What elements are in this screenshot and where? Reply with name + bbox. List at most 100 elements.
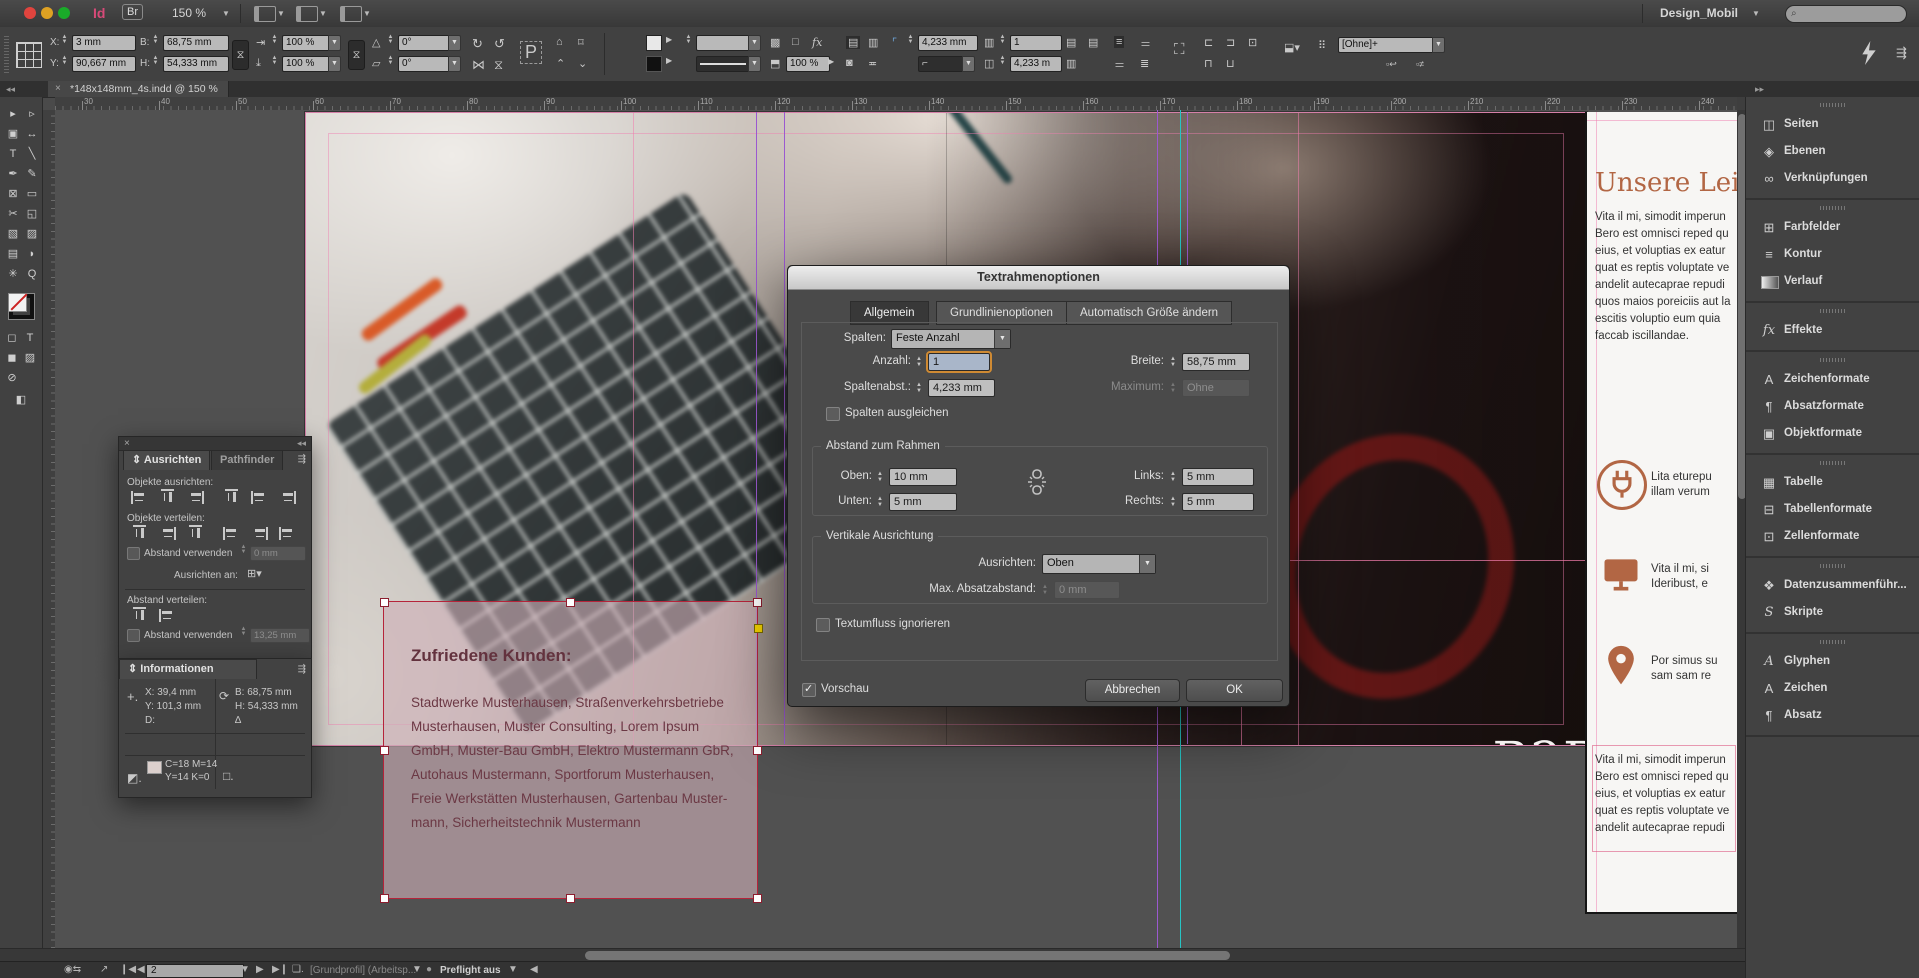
last-page-icon[interactable]: ▶❙ (272, 964, 288, 975)
arrange-documents-arrow-icon[interactable]: ▼ (363, 9, 371, 18)
select-container-icon[interactable]: ⌂ (556, 36, 563, 48)
fit-content-icon[interactable]: ⊏ (1204, 36, 1213, 49)
align-center-text-icon[interactable]: ▤ (1088, 36, 1098, 49)
gutter-field[interactable]: 4,233 m (1010, 56, 1062, 72)
align-hcenter-icon[interactable] (161, 489, 174, 506)
spalten-ausgleichen-checkbox[interactable] (826, 407, 840, 421)
clear-overrides-icon[interactable]: ▫↩ (1386, 59, 1397, 70)
corner-style-arrow-icon[interactable]: ▼ (962, 56, 975, 72)
breite-stepper[interactable]: ▲▼ (1168, 353, 1178, 373)
scale-y-stepper[interactable]: ▲▼ (270, 56, 279, 72)
panel-menu-icon[interactable]: ⇶ (298, 454, 306, 465)
oben-field[interactable]: 10 mm (889, 468, 957, 486)
corner-options-icon[interactable]: ⌜ (892, 36, 897, 49)
distribute-hspace-icon[interactable] (159, 609, 176, 622)
dock-group-grip[interactable] (1820, 206, 1846, 210)
shear-stepper[interactable]: ▲▼ (386, 56, 395, 72)
valign-bottom-icon[interactable]: ＝ (1114, 57, 1125, 73)
selection-handle[interactable] (566, 598, 575, 607)
type-tool-icon[interactable]: T (4, 145, 22, 163)
valign-top-icon[interactable]: ≡ (1114, 36, 1124, 48)
selection-tool-icon[interactable]: ▸ (4, 105, 22, 123)
drop-shadow-icon[interactable]: ▩ (770, 36, 780, 49)
screen-mode-arrow-icon[interactable]: ▼ (319, 9, 327, 18)
align-left-text-icon[interactable]: ▤ (1066, 36, 1076, 49)
free-transform-tool-icon[interactable]: ◱ (23, 205, 41, 223)
previous-page-icon[interactable]: ◀ (137, 964, 145, 975)
y-field[interactable]: 90,667 mm (72, 56, 136, 72)
selection-handle[interactable] (753, 746, 762, 755)
distribute-left-icon[interactable] (223, 527, 240, 540)
dock-group-grip[interactable] (1820, 358, 1846, 362)
constrain-proportions-icon[interactable]: ⧖ (232, 40, 249, 70)
dock-item-seiten[interactable]: ◫Seiten (1746, 111, 1919, 138)
dock-item-glyphen[interactable]: AGlyphen (1746, 648, 1919, 675)
distribute-hcenter-icon[interactable] (251, 527, 268, 540)
close-window-button[interactable] (24, 7, 36, 19)
align-top-icon[interactable] (225, 489, 238, 506)
dock-group-grip[interactable] (1820, 309, 1846, 313)
preflight-status[interactable]: Preflight aus (440, 965, 501, 976)
scissors-tool-icon[interactable]: ✂ (4, 205, 22, 223)
dock-group-grip[interactable] (1820, 564, 1846, 568)
distribute-vspace-icon[interactable] (133, 607, 146, 624)
close-tab-icon[interactable]: × (55, 81, 61, 97)
eyedropper-tool-icon[interactable]: ◗ (23, 245, 41, 263)
gradient-swatch-tool-icon[interactable]: ▧ (4, 225, 22, 243)
distribute-top-icon[interactable] (133, 525, 146, 542)
direct-selection-tool-icon[interactable]: ▹ (23, 105, 41, 123)
object-style-arrow-icon[interactable]: ▼ (1432, 37, 1445, 53)
textumfluss-checkbox[interactable] (816, 618, 830, 632)
select-previous-icon[interactable]: ⌃ (556, 57, 565, 70)
align-right-icon[interactable] (187, 491, 204, 504)
pen-tool-icon[interactable]: ✒ (4, 165, 22, 183)
line-tool-icon[interactable]: ╲ (23, 145, 41, 163)
scale-x-arrow-icon[interactable]: ▼ (328, 35, 341, 51)
panel-grip[interactable] (4, 35, 9, 73)
dock-item-datenzusammenfhr[interactable]: ❖Datenzusammenführ... (1746, 572, 1919, 599)
breite-field[interactable]: 58,75 mm (1182, 353, 1250, 371)
dock-item-verlauf[interactable]: Verlauf (1746, 268, 1919, 295)
dock-item-zeichenformate[interactable]: AZeichenformate (1746, 366, 1919, 393)
align-justify-icon[interactable]: ▥ (1066, 57, 1076, 70)
dock-group-grip[interactable] (1820, 640, 1846, 644)
stroke-arrow-icon[interactable]: ▶ (666, 56, 672, 65)
bridge-button[interactable]: Br (122, 4, 143, 20)
horizontal-ruler[interactable]: 3040506070809010011012013014015016017018… (55, 97, 1737, 110)
hand-tool-icon[interactable]: ✳ (4, 265, 22, 283)
valign-justify-icon[interactable]: ≣ (1140, 57, 1149, 70)
corner-style-field[interactable]: ⌐ (918, 56, 964, 72)
align-bottom-icon[interactable] (279, 491, 296, 504)
gap-tool-icon[interactable]: ↔ (23, 125, 41, 143)
shear-field[interactable]: 0° (398, 56, 450, 72)
dock-group-grip[interactable] (1820, 103, 1846, 107)
rotation-stepper[interactable]: ▲▼ (386, 35, 395, 51)
textwrap-object-icon[interactable]: ◙ (846, 57, 853, 69)
preview-mode-icon[interactable]: ◉⇆ (64, 964, 81, 975)
constrain-scale-icon[interactable]: ⧖ (348, 40, 365, 70)
selection-handle[interactable] (380, 598, 389, 607)
zoom-tool-icon[interactable]: Q (23, 265, 41, 283)
dock-item-objektformate[interactable]: ▣Objektformate (1746, 420, 1919, 447)
textwrap-none-icon[interactable]: ▤ (846, 36, 860, 49)
rectangle-frame-tool-icon[interactable]: ⊠ (4, 185, 22, 203)
apply-none-icon[interactable]: ⊘ (3, 369, 21, 387)
spalten-dropdown[interactable]: Feste Anzahl▼ (891, 329, 1011, 349)
apply-color-icon[interactable]: ◼ (3, 349, 21, 367)
first-page-icon[interactable]: ❙◀ (120, 964, 136, 975)
dock-item-farbfelder[interactable]: ⊞Farbfelder (1746, 214, 1919, 241)
corner-radius-field[interactable]: 4,233 mm (918, 35, 978, 51)
stroke-weight-field[interactable] (696, 35, 750, 51)
view-options-icon[interactable] (254, 6, 276, 22)
anzahl-stepper[interactable]: ▲▼ (914, 353, 924, 373)
opacity-field[interactable]: 100 % (786, 56, 830, 72)
oben-stepper[interactable]: ▲▼ (875, 468, 885, 488)
distribute-vcenter-icon[interactable] (159, 527, 176, 540)
search-input[interactable] (1804, 7, 1904, 21)
selected-text-frame[interactable]: Zufriedene Kunden: Stadtwerke Musterhaus… (383, 601, 758, 899)
apply-gradient-icon[interactable]: ▨ (21, 349, 39, 367)
selection-handle[interactable] (380, 894, 389, 903)
collapse-panel-icon[interactable]: ◂◂ (297, 437, 306, 450)
dock-item-ebenen[interactable]: ◈Ebenen (1746, 138, 1919, 165)
ausrichten-dropdown[interactable]: Oben▼ (1042, 554, 1156, 574)
